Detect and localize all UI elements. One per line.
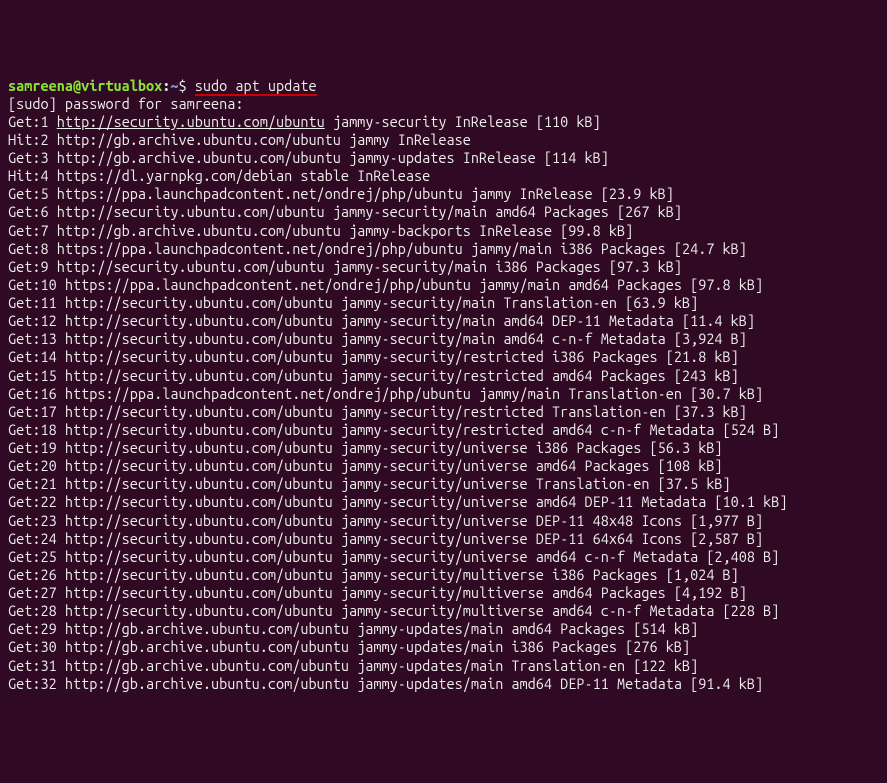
output-line: Get:20 http://security.ubuntu.com/ubuntu… bbox=[8, 457, 879, 475]
output-line: Get:24 http://security.ubuntu.com/ubuntu… bbox=[8, 530, 879, 548]
output-line: Get:18 http://security.ubuntu.com/ubuntu… bbox=[8, 421, 879, 439]
prompt-path: ~ bbox=[170, 77, 178, 94]
output-line: Get:31 http://gb.archive.ubuntu.com/ubun… bbox=[8, 657, 879, 675]
output-line: Get:32 http://gb.archive.ubuntu.com/ubun… bbox=[8, 675, 879, 693]
output-line: Get:27 http://security.ubuntu.com/ubuntu… bbox=[8, 584, 879, 602]
output-line: Get:16 https://ppa.launchpadcontent.net/… bbox=[8, 385, 879, 403]
output-line: [sudo] password for samreena: bbox=[8, 95, 879, 113]
output-line: Hit:2 http://gb.archive.ubuntu.com/ubunt… bbox=[8, 131, 879, 149]
prompt-line: samreena@virtualbox:~$ sudo apt update bbox=[8, 77, 317, 96]
output-line: Get:12 http://security.ubuntu.com/ubuntu… bbox=[8, 312, 879, 330]
output-line: Get:29 http://gb.archive.ubuntu.com/ubun… bbox=[8, 620, 879, 638]
output-line: Hit:4 https://dl.yarnpkg.com/debian stab… bbox=[8, 167, 879, 185]
output-line: Get:1 http://security.ubuntu.com/ubuntu … bbox=[8, 113, 879, 131]
prompt-symbol: $ bbox=[179, 77, 195, 94]
terminal-output: [sudo] password for samreena:Get:1 http:… bbox=[8, 95, 879, 693]
output-line: Get:30 http://gb.archive.ubuntu.com/ubun… bbox=[8, 638, 879, 656]
output-line: Get:19 http://security.ubuntu.com/ubuntu… bbox=[8, 439, 879, 457]
output-line: Get:13 http://security.ubuntu.com/ubuntu… bbox=[8, 330, 879, 348]
output-line: Get:11 http://security.ubuntu.com/ubuntu… bbox=[8, 294, 879, 312]
terminal-window[interactable]: samreena@virtualbox:~$ sudo apt update [… bbox=[8, 77, 879, 693]
output-line: Get:5 https://ppa.launchpadcontent.net/o… bbox=[8, 185, 879, 203]
output-line: Get:22 http://security.ubuntu.com/ubuntu… bbox=[8, 493, 879, 511]
output-line: Get:9 http://security.ubuntu.com/ubuntu … bbox=[8, 258, 879, 276]
output-line: Get:7 http://gb.archive.ubuntu.com/ubunt… bbox=[8, 222, 879, 240]
output-line: Get:25 http://security.ubuntu.com/ubuntu… bbox=[8, 548, 879, 566]
output-line: Get:10 https://ppa.launchpadcontent.net/… bbox=[8, 276, 879, 294]
command-text: sudo apt update bbox=[195, 77, 317, 96]
output-line: Get:8 https://ppa.launchpadcontent.net/o… bbox=[8, 240, 879, 258]
output-line: Get:14 http://security.ubuntu.com/ubuntu… bbox=[8, 348, 879, 366]
output-line: Get:26 http://security.ubuntu.com/ubuntu… bbox=[8, 566, 879, 584]
output-line: Get:21 http://security.ubuntu.com/ubuntu… bbox=[8, 475, 879, 493]
output-line: Get:3 http://gb.archive.ubuntu.com/ubunt… bbox=[8, 149, 879, 167]
underlined-url: http://security.ubuntu.com/ubuntu bbox=[57, 113, 325, 130]
output-line: Get:15 http://security.ubuntu.com/ubuntu… bbox=[8, 367, 879, 385]
output-line: Get:6 http://security.ubuntu.com/ubuntu … bbox=[8, 203, 879, 221]
output-line: Get:23 http://security.ubuntu.com/ubuntu… bbox=[8, 512, 879, 530]
prompt-user-host: samreena@virtualbox bbox=[8, 77, 162, 94]
output-line: Get:17 http://security.ubuntu.com/ubuntu… bbox=[8, 403, 879, 421]
